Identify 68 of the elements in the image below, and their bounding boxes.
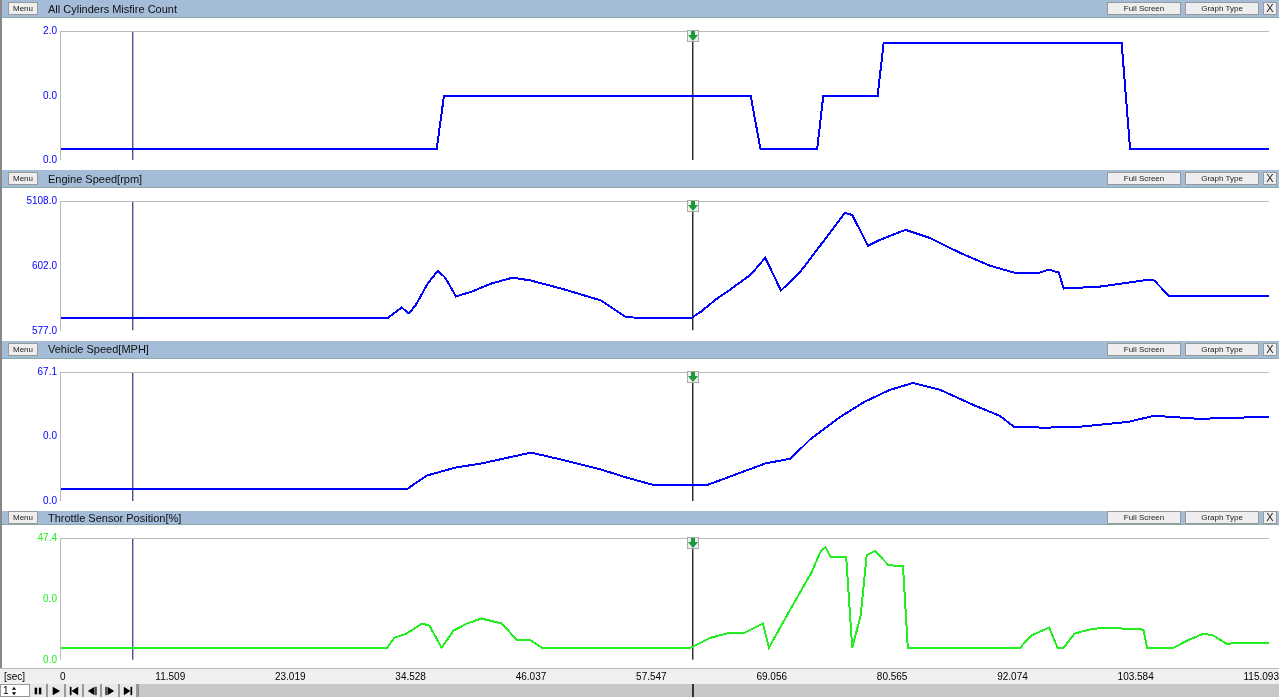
close-button[interactable]: X (1263, 172, 1277, 186)
cursor-line[interactable] (132, 372, 134, 502)
cursor-line[interactable] (132, 32, 134, 161)
menu-button[interactable]: Menu (8, 511, 38, 525)
step-forward-button[interactable] (102, 684, 120, 697)
y-axis-label: 0.0 (43, 430, 58, 443)
cursor-line[interactable] (132, 539, 134, 660)
y-axis-label: 67.1 (37, 365, 58, 378)
y-axis-label: 602.0 (31, 260, 58, 273)
arrow-down-icon[interactable] (686, 370, 699, 383)
step-back-button[interactable] (84, 684, 102, 697)
y-axis-label: 0.0 (43, 89, 58, 102)
arrow-down-icon[interactable] (686, 200, 699, 213)
full-screen-button[interactable]: Full Screen (1107, 511, 1181, 525)
panel-title: Vehicle Speed[MPH] (48, 343, 149, 356)
x-axis-label: 92.074 (997, 671, 1028, 683)
graph-type-button[interactable]: Graph Type (1185, 511, 1259, 525)
y-axis-label: 0.0 (43, 653, 58, 666)
close-button[interactable]: X (1263, 342, 1277, 356)
y-axis-label: 2.0 (43, 25, 58, 37)
x-axis-label: 103.584 (1117, 671, 1154, 683)
graph-type-button[interactable]: Graph Type (1185, 2, 1259, 15)
full-screen-button[interactable]: Full Screen (1107, 2, 1181, 15)
skip-start-icon (69, 685, 79, 696)
close-button[interactable]: X (1263, 511, 1277, 525)
y-axis-label: 0.0 (43, 592, 58, 605)
panel-title: Engine Speed[rpm] (48, 172, 143, 185)
x-axis-label: 46.037 (515, 671, 547, 683)
arrow-down-icon[interactable] (686, 30, 699, 42)
y-axis-label: 577.0 (31, 324, 58, 337)
step-forward-icon (105, 685, 115, 696)
graph-type-button[interactable]: Graph Type (1185, 172, 1259, 186)
y-axis-label: 47.4 (37, 532, 58, 545)
graph-type-button[interactable]: Graph Type (1185, 342, 1259, 356)
y-axis-label: 0.0 (43, 154, 58, 167)
step-back-icon (87, 685, 97, 696)
skip-to-start-button[interactable] (66, 684, 84, 697)
spinner-arrows-icon[interactable] (10, 685, 17, 696)
x-axis-label: 115.093 (1243, 671, 1279, 683)
full-screen-button[interactable]: Full Screen (1107, 172, 1181, 186)
menu-button[interactable]: Menu (8, 2, 38, 15)
full-screen-button[interactable]: Full Screen (1107, 342, 1181, 356)
skip-to-end-button[interactable] (120, 684, 138, 697)
cursor-line[interactable] (132, 202, 134, 331)
close-button[interactable]: X (1263, 2, 1277, 15)
skip-end-icon (123, 685, 133, 696)
menu-button[interactable]: Menu (8, 342, 38, 356)
x-axis-label: 34.528 (395, 671, 426, 683)
pause-button[interactable] (30, 684, 48, 697)
speed-spinner[interactable]: 1 (0, 684, 30, 697)
x-axis-label: 69.056 (756, 671, 788, 683)
menu-button[interactable]: Menu (8, 172, 38, 186)
x-axis-label: 80.565 (876, 671, 908, 683)
panel-title: All Cylinders Misfire Count (48, 2, 177, 15)
x-axis-label: 0 (60, 671, 66, 683)
x-axis-label: 23.019 (274, 671, 306, 683)
x-axis-label: 11.509 (155, 671, 186, 683)
arrow-down-icon[interactable] (686, 537, 699, 550)
play-icon (51, 685, 61, 696)
panel-title: Throttle Sensor Position[%] (48, 511, 182, 524)
axis-unit-label: [sec] (3, 671, 27, 683)
timeline-position-marker[interactable] (692, 684, 694, 697)
play-button[interactable] (48, 684, 66, 697)
y-axis-label: 5108.0 (26, 195, 58, 208)
y-axis-label: 0.0 (43, 495, 58, 508)
timeline-scrollbar[interactable] (138, 684, 1279, 697)
x-axis-label: 57.547 (636, 671, 667, 683)
pause-icon (33, 685, 43, 696)
